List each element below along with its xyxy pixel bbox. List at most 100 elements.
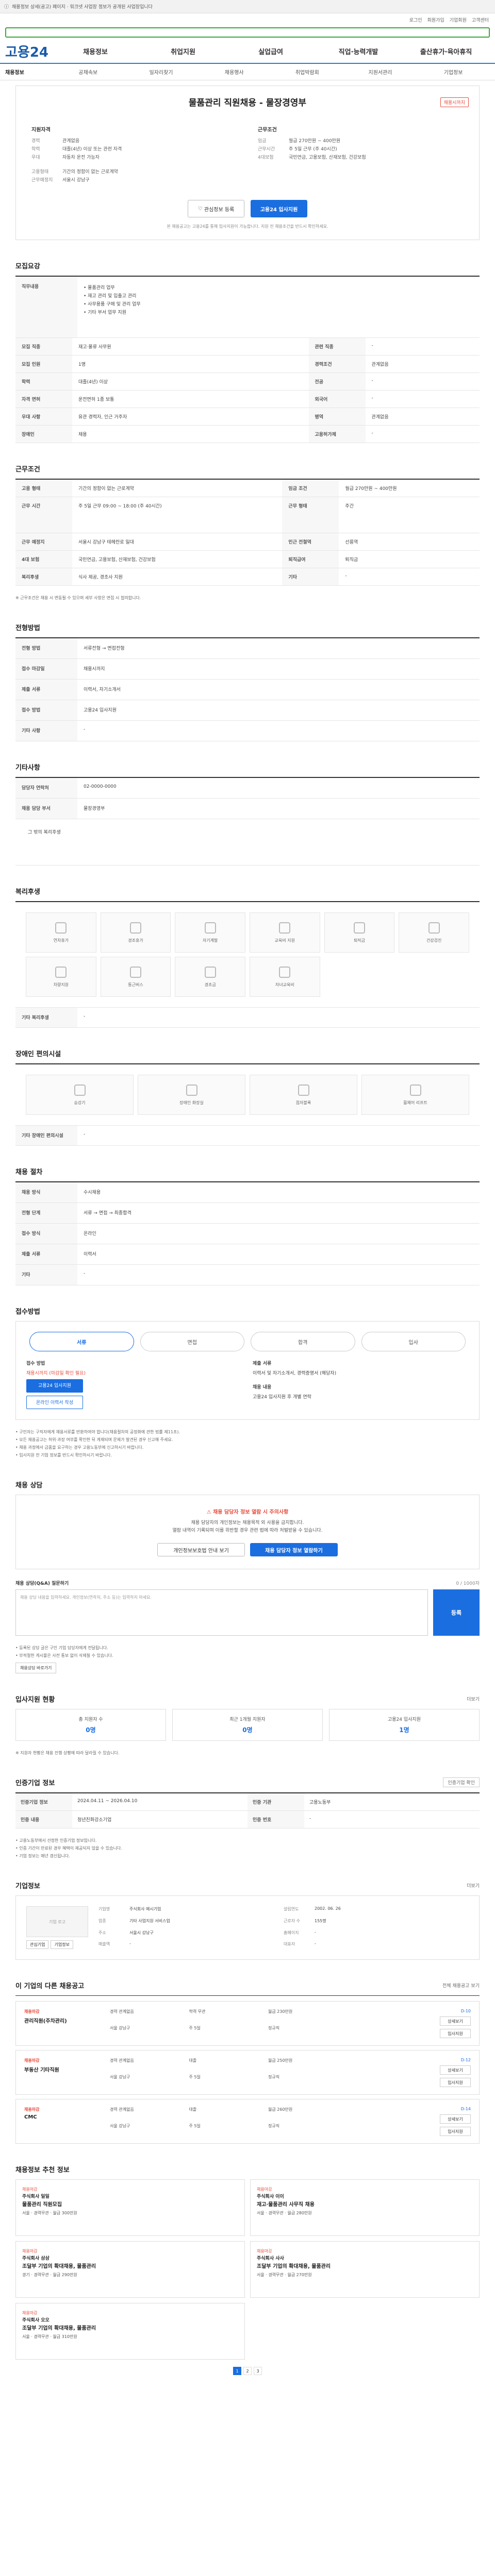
- section-title-apply-guide: 접수방법: [15, 1306, 480, 1316]
- row-value: 대졸(4년) 이상: [72, 372, 309, 391]
- row-key: 채용 방식: [15, 1182, 77, 1202]
- apply-button[interactable]: 고용24 입사지원: [251, 200, 307, 217]
- corp-key: 매출액: [98, 1942, 110, 1947]
- recommend-meta: 경기 · 경력무관 · 월급 290만원: [22, 2273, 77, 2277]
- job-card-title[interactable]: CMC: [24, 2114, 102, 2120]
- interest-corp-button[interactable]: 관심기업: [26, 1940, 49, 1949]
- status-label: 최근 1개월 지원자: [229, 1717, 266, 1722]
- summary-value: 국민연금, 고용보험, 산재보험, 건강보험: [289, 155, 366, 160]
- row-value: 월급 270만원 ~ 400만원: [339, 480, 480, 497]
- recommend-title[interactable]: 물품관리 직원모집: [22, 2201, 238, 2209]
- sub-nav-item[interactable]: 일자리찾기: [125, 68, 198, 76]
- row-value: -: [365, 390, 480, 408]
- process-table: 전형 방법 서류전형 → 면접전형 접수 마감일 채용시까지 제출 서류 이력서, 자…: [15, 637, 480, 741]
- nav-item-employment-support[interactable]: 취업지원: [139, 46, 227, 56]
- recommend-card[interactable]: 채용마감 주식회사 사사 조달부 기업의 확대채용, 물품관리 서울 · 경력무관 ·…: [250, 2241, 480, 2298]
- job-card[interactable]: 채용마감 CMC 경력 관계없음 대졸 월급 260만원 서울 강남구 주 5일 정규직 …: [15, 2099, 480, 2144]
- section-title-hiring: 채용 절차: [15, 1166, 480, 1176]
- job-card-title[interactable]: 관리직원(주차관리): [24, 2016, 102, 2024]
- corp-info-grid: 기업명 주식회사 예시기업 설립연도 2002. 06. 26 업종 기타 사업지원 …: [98, 1906, 469, 1949]
- qna-textarea[interactable]: 채용 상담 내용을 입력하세요. 개인정보(연락처, 주소 등)는 입력하지 마…: [15, 1589, 428, 1636]
- job-detail-button[interactable]: 상세보기: [440, 2065, 471, 2075]
- job-card-meta: 대졸: [189, 2058, 197, 2063]
- corp-more-link[interactable]: 더보기: [467, 1882, 480, 1889]
- section-title-corp: 기업정보 더보기: [15, 1880, 480, 1890]
- status-more-link[interactable]: 더보기: [467, 1696, 480, 1702]
- job-card-title[interactable]: 부동산 기타직원: [24, 2065, 102, 2073]
- view-contact-button[interactable]: 채용 담당자 정보 열람하기: [250, 1543, 338, 1556]
- other-jobs-more-link[interactable]: 전체 채용공고 보기: [442, 1982, 480, 1989]
- section-title-text: 입사지원 현황: [15, 1696, 55, 1704]
- consult-link-button[interactable]: 채용상담 바로가기: [15, 1663, 57, 1673]
- recommend-title[interactable]: 조달부 기업의 확대채용, 물품관리: [22, 2263, 238, 2270]
- job-card-meta: 정규직: [268, 2123, 280, 2128]
- job-card[interactable]: 채용마감 부동산 기타직원 경력 관계없음 대졸 월급 250만원 서울 강남구 주 5…: [15, 2050, 480, 2095]
- summary-value: 주 5일 근무 (주 40시간): [289, 147, 337, 152]
- job-card[interactable]: 채용마감 관리직원(주차관리) 경력 관계없음 학력 무관 월급 230만원 서울 강…: [15, 2001, 480, 2046]
- job-card-meta: 주 5일: [189, 2074, 201, 2079]
- qna-submit-button[interactable]: 등록: [433, 1589, 480, 1636]
- recommend-title[interactable]: 재고·물품관리 사무직 채용: [257, 2201, 473, 2209]
- page-number[interactable]: 3: [254, 2367, 262, 2375]
- job-detail-button[interactable]: 상세보기: [440, 2016, 471, 2026]
- nav-item-skill-development[interactable]: 직업·능력개발: [315, 46, 402, 56]
- recommend-title[interactable]: 조달부 기업의 확대채용, 물품관리: [257, 2263, 473, 2270]
- status-value: 0명: [242, 1726, 253, 1734]
- welfare-item: 연차휴가: [26, 912, 96, 953]
- certified-check-button[interactable]: 인증기업 확인: [443, 1777, 480, 1787]
- customer-center-link[interactable]: 고객센터: [472, 16, 489, 23]
- recommend-card[interactable]: 채용마감 주식회사 일일 물품관리 직원모집 서울 · 경력무관 · 월급 300만원: [15, 2179, 245, 2236]
- sub-nav-item[interactable]: 채용행사: [197, 68, 271, 76]
- job-apply-button[interactable]: 입사지원: [440, 2029, 471, 2038]
- welfare-item-label: 교육비 지원: [274, 938, 295, 943]
- facility-item-label: 점자블록: [295, 1100, 311, 1105]
- row-value: -: [365, 425, 480, 443]
- conditions-table: 고용 형태 기간의 정함이 없는 근로계약 임금 조건 월급 270만원 ~ 400만…: [15, 479, 480, 586]
- step-item: 합격: [251, 1332, 355, 1351]
- apply-guide-box: 서류 면접 합격 입사 접수 방법 채용시까지 (마감일 확인 필요) 고용24…: [15, 1321, 480, 1420]
- apply-online-button[interactable]: 고용24 입사지원: [26, 1379, 83, 1393]
- row-value: 퇴직금: [339, 550, 480, 568]
- corp-value: 서울시 강남구: [129, 1930, 154, 1935]
- job-detail-button[interactable]: 상세보기: [440, 2114, 471, 2124]
- row-value: 02-0000-0000: [84, 784, 117, 789]
- row-value: 서류전형 → 면접전형: [84, 646, 125, 651]
- nav-item-parental-leave[interactable]: 출산휴가·육아휴직: [402, 46, 490, 56]
- status-card: 총 지원자 수 0명: [15, 1709, 166, 1741]
- job-apply-button[interactable]: 입사지원: [440, 2127, 471, 2136]
- summary-key: 학력: [31, 147, 40, 152]
- sub-nav-item[interactable]: 공채속보: [52, 68, 125, 76]
- job-card-meta: 학력 무관: [189, 2009, 206, 2014]
- write-resume-button[interactable]: 온라인 이력서 작성: [26, 1396, 83, 1409]
- site-logo[interactable]: 고용24: [5, 42, 52, 61]
- summary-qualification: 지원자격 경력 관계없음 학력 대졸(4년) 이상 또는 관련 자격 우대 자동차 운…: [31, 117, 237, 184]
- recommend-card[interactable]: 채용마감 주식회사 오오 조달부 기업의 확대채용, 물품관리 서울 · 경력무관 ·…: [15, 2303, 245, 2360]
- corp-info-button[interactable]: 기업정보: [51, 1940, 73, 1949]
- recommend-card[interactable]: 채용마감 주식회사 이이 재고·물품관리 사무직 채용 서울 · 경력무관 · 월급 …: [250, 2179, 480, 2236]
- login-link[interactable]: 로그인: [409, 16, 422, 23]
- recommend-card[interactable]: 채용마감 주식회사 삼삼 조달부 기업의 확대채용, 물품관리 경기 · 경력무관 ·…: [15, 2241, 245, 2298]
- privacy-guide-button[interactable]: 개인정보보호법 안내 보기: [157, 1543, 245, 1556]
- search-input[interactable]: [5, 27, 490, 38]
- sub-nav-item[interactable]: 기업정보: [417, 68, 490, 76]
- sub-nav-item[interactable]: 취업박람회: [271, 68, 344, 76]
- nav-item-jobs[interactable]: 채용정보: [52, 46, 139, 56]
- company-member-link[interactable]: 기업회원: [450, 16, 467, 23]
- row-value: 주 5일 근무 09:00 ~ 18:00 (주 40시간): [72, 497, 283, 533]
- sub-nav-current[interactable]: 채용정보: [5, 68, 52, 76]
- signup-link[interactable]: 회원가입: [427, 16, 444, 23]
- page-number[interactable]: 2: [243, 2367, 252, 2375]
- utility-links: 로그인 회원가입 기업회원 고객센터: [0, 13, 495, 26]
- page-number[interactable]: 1: [233, 2367, 241, 2375]
- save-interest-button[interactable]: ♡ 관심정보 등록: [188, 200, 244, 217]
- welfare-item-label: 차량지원: [53, 982, 69, 987]
- recommend-title[interactable]: 조달부 기업의 확대채용, 물품관리: [22, 2325, 238, 2332]
- apply-note: 본 채용공고는 고용24를 통해 입사지원이 가능합니다. 지원 전 채용조건을…: [167, 224, 328, 229]
- welfare-item: 퇴직금: [324, 912, 395, 953]
- nav-item-unemployment-benefit[interactable]: 실업급여: [227, 46, 315, 56]
- corp-value: -: [129, 1941, 131, 1946]
- job-apply-button[interactable]: 입사지원: [440, 2078, 471, 2087]
- job-card-dday: D-10: [460, 2009, 471, 2013]
- sub-nav-item[interactable]: 지원서관리: [344, 68, 417, 76]
- apply-method-col: 접수 방법 채용시까지 (마감일 확인 필요) 고용24 입사지원 온라인 이력…: [26, 1360, 242, 1409]
